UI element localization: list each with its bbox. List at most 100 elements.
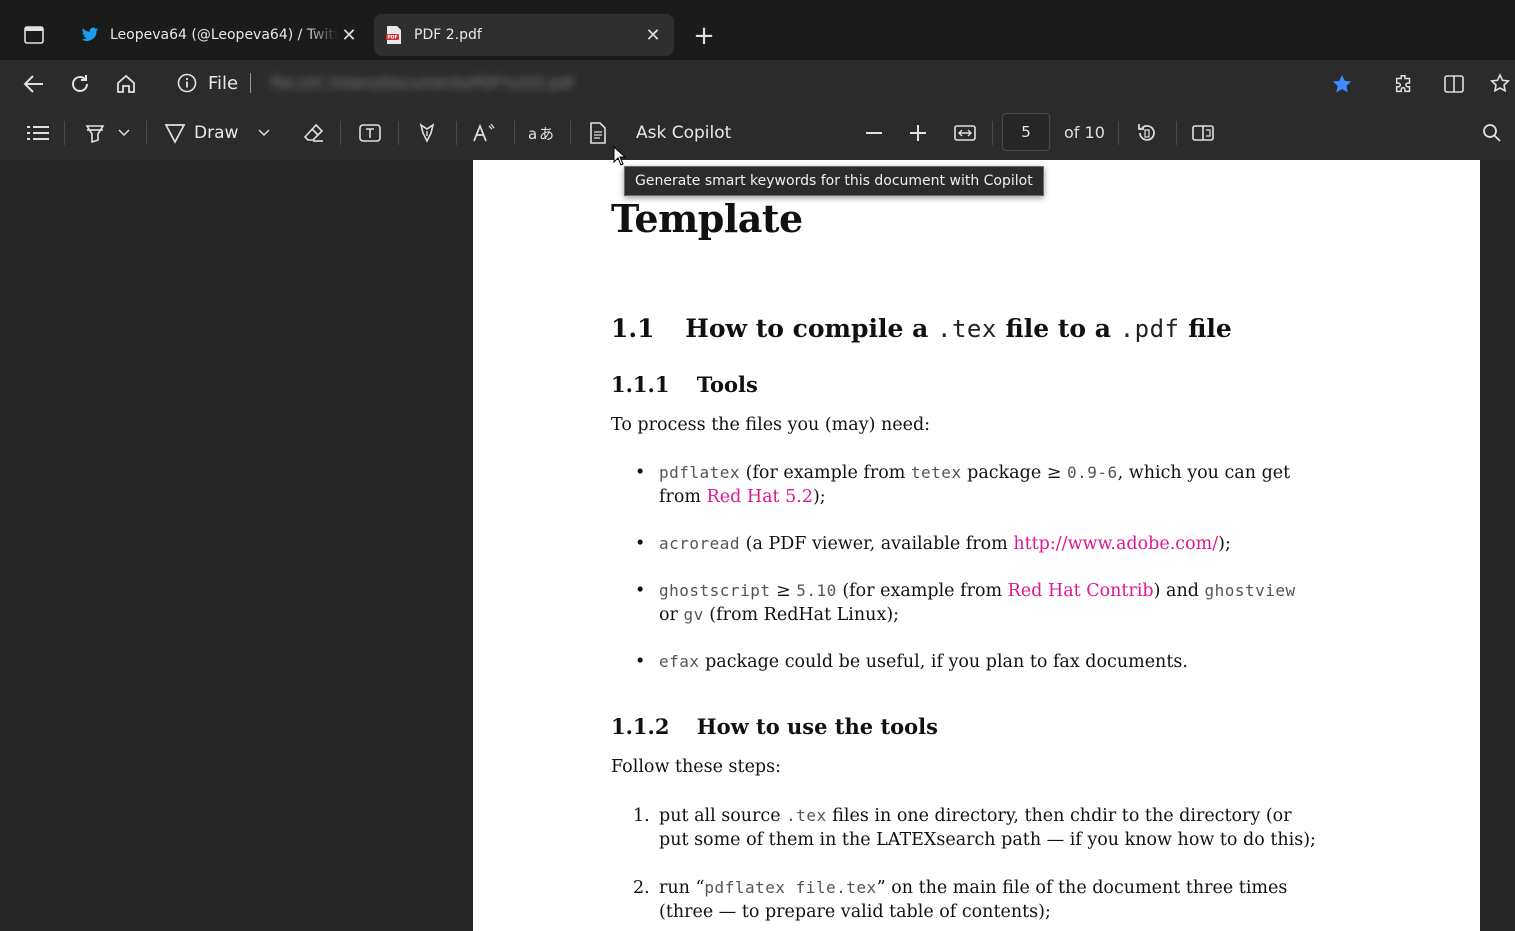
tab-strip: Leopeva64 (@Leopeva64) / Twitter ✕ PDF P…	[0, 0, 1515, 60]
contents-list-icon	[27, 126, 49, 140]
link[interactable]: Red Hat 5.2	[707, 487, 813, 507]
minus-icon	[866, 132, 882, 134]
rotate-icon	[1138, 124, 1155, 141]
zoom-in-button[interactable]	[904, 118, 932, 148]
toolbar-divider	[146, 121, 147, 145]
rotate-button[interactable]	[1132, 118, 1162, 148]
favorites-button[interactable]	[1486, 68, 1515, 100]
pdf-file-icon: PDF	[384, 25, 404, 45]
link[interactable]: Red Hat Contrib	[1008, 581, 1154, 601]
generate-keywords-button[interactable]	[584, 118, 612, 148]
toolbar-divider	[398, 121, 399, 145]
search-icon	[1483, 124, 1501, 142]
list-item: • pdflatex (for example from tetex packa…	[635, 463, 1291, 507]
draw-button[interactable]: Draw	[164, 118, 278, 148]
fit-to-width-button[interactable]	[950, 118, 980, 148]
toolbar-divider	[456, 121, 457, 145]
address-bar[interactable]: File file:///C:/Users/Documents/PDF%202.…	[158, 66, 1318, 100]
erase-button[interactable]	[300, 118, 328, 148]
contents-button[interactable]	[24, 118, 52, 148]
url-scheme-label: File	[208, 72, 239, 94]
close-tab-icon[interactable]: ✕	[642, 24, 664, 46]
pdf-viewer-background-right	[1480, 160, 1515, 931]
home-button[interactable]	[110, 68, 142, 100]
refresh-button[interactable]	[64, 68, 96, 100]
new-tab-button[interactable]: +	[690, 21, 718, 51]
favorite-star-button[interactable]	[1326, 68, 1358, 100]
tab-actions-menu-button[interactable]	[20, 20, 48, 50]
section-heading-1-1-1: 1.1.1 Tools	[611, 372, 758, 397]
page-view-icon	[1192, 125, 1214, 141]
step-number: 2.	[633, 878, 650, 898]
twitter-bird-icon	[80, 25, 100, 45]
section-heading-1-1-2: 1.1.2 How to use the tools	[611, 714, 938, 739]
tab-title: Leopeva64 (@Leopeva64) / Twitter	[110, 27, 338, 43]
copilot-keywords-tooltip: Generate smart keywords for this documen…	[624, 166, 1044, 196]
list-item: • ghostscript ≥ 5.10 (for example from R…	[635, 581, 1296, 625]
toolbar-divider	[340, 121, 341, 145]
eraser-icon	[303, 123, 324, 142]
toolbar-divider	[570, 121, 571, 145]
page-number-input[interactable]: 5	[1002, 113, 1050, 151]
chevron-down-icon	[258, 129, 270, 137]
url-text[interactable]: file:///C:/Users/Documents/PDF%202.pdf	[271, 74, 573, 92]
zoom-out-button[interactable]	[860, 118, 888, 148]
add-text-button[interactable]	[356, 118, 384, 148]
tab-pdf[interactable]: PDF PDF 2.pdf ✕	[374, 14, 674, 56]
add-signature-button[interactable]	[414, 118, 440, 148]
back-button[interactable]	[18, 68, 50, 100]
bullet: •	[635, 581, 646, 601]
bullet: •	[635, 463, 646, 483]
document-title: Template	[611, 196, 803, 241]
highlight-button[interactable]	[78, 118, 136, 148]
toolbar-divider	[1176, 121, 1177, 145]
fountain-pen-icon	[419, 123, 435, 143]
section-heading-1-1: 1.1 How to compile a .tex file to a .pdf…	[611, 314, 1232, 343]
pdf-toolbar: Draw aあ Ask Copilot 5 of 10	[0, 106, 1515, 161]
draw-label: Draw	[194, 123, 239, 143]
star-filled-icon	[1332, 74, 1352, 93]
bullet: •	[635, 534, 646, 554]
split-screen-icon	[1444, 75, 1464, 93]
svg-text:a: a	[528, 125, 537, 143]
tab-actions-icon	[24, 26, 44, 44]
page-view-button[interactable]	[1188, 118, 1218, 148]
toolbar-divider	[1118, 121, 1119, 145]
favorites-star-list-icon	[1490, 73, 1511, 93]
puzzle-icon	[1395, 75, 1411, 93]
mouse-pointer-icon	[613, 146, 627, 166]
tab-twitter[interactable]: Leopeva64 (@Leopeva64) / Twitter ✕	[70, 14, 370, 56]
info-icon[interactable]	[176, 72, 198, 94]
ask-copilot-button[interactable]: Ask Copilot	[636, 118, 731, 148]
highlighter-icon	[85, 125, 105, 144]
home-icon	[117, 74, 135, 93]
list-item: 2. run “pdflatex file.tex” on the main f…	[633, 878, 1288, 922]
tab-title: PDF 2.pdf	[414, 27, 482, 43]
toolbar-divider	[64, 121, 65, 145]
close-tab-icon[interactable]: ✕	[338, 24, 360, 46]
steps-intro: Follow these steps:	[611, 757, 782, 777]
toolbar-divider	[514, 121, 515, 145]
extensions-button[interactable]	[1388, 68, 1420, 100]
page-count-label: of 10	[1064, 123, 1105, 142]
draw-pen-icon	[164, 124, 186, 144]
text-box-icon	[359, 124, 381, 142]
svg-text:PDF: PDF	[387, 35, 397, 41]
list-item: • efax package could be useful, if you p…	[635, 652, 1188, 672]
toolbar-divider	[992, 121, 993, 145]
read-aloud-button[interactable]	[470, 118, 500, 148]
pdf-viewer-background-left	[0, 160, 473, 931]
translate-icon: aあ	[528, 125, 554, 143]
split-screen-button[interactable]	[1438, 68, 1470, 100]
step-number: 1.	[633, 806, 650, 826]
svg-text:あ: あ	[539, 125, 554, 143]
tools-intro: To process the files you (may) need:	[611, 415, 931, 435]
address-separator	[250, 73, 252, 93]
chevron-down-icon	[118, 129, 130, 137]
bullet: •	[635, 652, 646, 672]
document-keywords-icon	[590, 122, 606, 144]
link[interactable]: http://www.adobe.com/	[1013, 534, 1218, 554]
pdf-page[interactable]: Template 1.1 How to compile a .tex file …	[473, 160, 1480, 931]
translate-button[interactable]: aあ	[526, 118, 556, 148]
search-button[interactable]	[1478, 118, 1506, 148]
